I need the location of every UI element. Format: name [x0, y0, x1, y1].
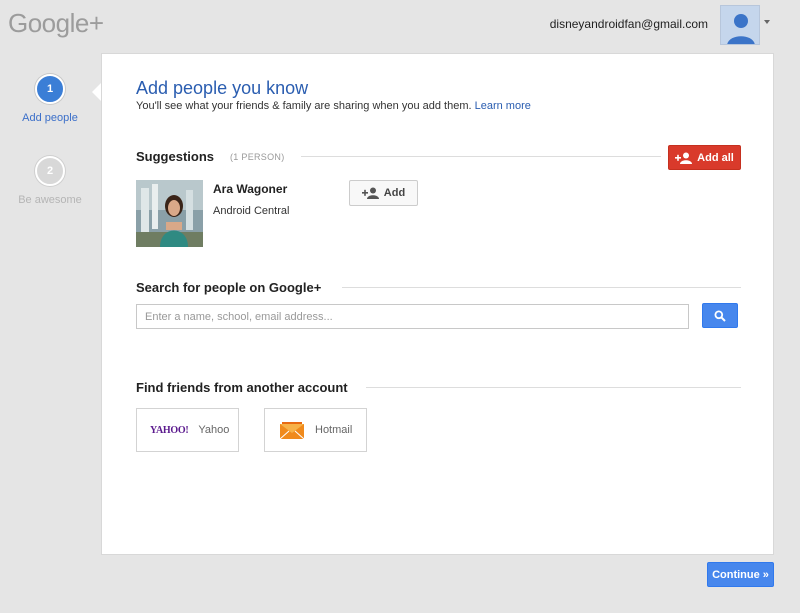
account-email[interactable]: disneyandroidfan@gmail.com — [550, 17, 708, 31]
person-silhouette-icon — [727, 14, 755, 44]
main-card: Add people you know You'll see what your… — [101, 53, 774, 555]
person-photo-image — [136, 180, 203, 247]
search-heading: Search for people on Google+ — [136, 280, 322, 295]
subtitle-text: You'll see what your friends & family ar… — [136, 100, 472, 112]
step-be-awesome[interactable]: 2 Be awesome — [0, 156, 100, 206]
search-icon — [714, 310, 726, 322]
add-person-icon — [675, 152, 693, 164]
page-subtitle: You'll see what your friends & family ar… — [136, 100, 531, 112]
section-divider — [342, 287, 741, 288]
add-person-button[interactable]: Add — [349, 180, 418, 206]
suggested-person-photo[interactable] — [136, 180, 203, 247]
suggestions-count: (1 PERSON) — [230, 152, 285, 162]
add-person-icon — [361, 187, 379, 199]
section-divider — [301, 156, 661, 157]
search-button[interactable] — [702, 303, 738, 328]
find-friends-heading: Find friends from another account — [136, 380, 348, 395]
learn-more-link[interactable]: Learn more — [475, 100, 531, 112]
page-title: Add people you know — [136, 78, 309, 98]
step-add-people[interactable]: 1 Add people — [0, 74, 100, 124]
hotmail-envelope-icon — [279, 422, 305, 440]
add-all-label: Add all — [697, 151, 734, 164]
step-label: Be awesome — [18, 194, 82, 206]
people-search-input[interactable] — [136, 304, 689, 329]
add-label: Add — [383, 187, 406, 199]
hotmail-account-button[interactable]: Hotmail — [264, 408, 367, 452]
google-plus-logo[interactable]: Google+ — [8, 8, 104, 39]
continue-button[interactable]: Continue » — [707, 562, 774, 587]
yahoo-label: Yahoo — [198, 424, 230, 436]
yahoo-logo: YAHOO! — [150, 424, 189, 436]
hotmail-label: Hotmail — [315, 424, 353, 436]
suggestions-heading: Suggestions — [136, 149, 215, 164]
section-divider — [366, 387, 741, 388]
account-menu-caret-icon[interactable] — [764, 20, 770, 24]
step-number: 1 — [35, 74, 65, 104]
suggested-person-name[interactable]: Ara Wagoner — [213, 182, 287, 196]
step-label: Add people — [22, 112, 78, 124]
add-all-button[interactable]: Add all — [668, 145, 741, 170]
yahoo-account-button[interactable]: YAHOO! Yahoo — [136, 408, 239, 452]
profile-avatar-button[interactable] — [720, 5, 760, 45]
suggested-person-subtitle: Android Central — [213, 205, 290, 217]
step-number: 2 — [35, 156, 65, 186]
